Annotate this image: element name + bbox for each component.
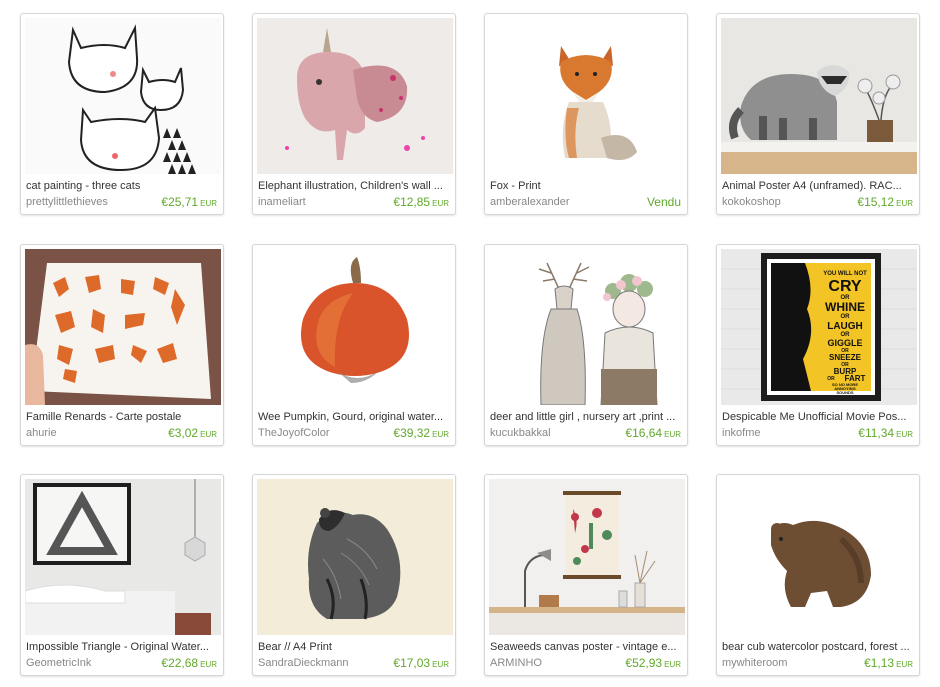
poster-line: SNEEZE [829,353,862,362]
shop-name[interactable]: TheJoyofColor [258,427,378,439]
listing-price: €3,02 EUR [168,426,217,440]
listing-title[interactable]: Animal Poster A4 (unframed). RAC... [722,180,916,192]
shop-name[interactable]: mywhiteroom [722,657,842,669]
listing-image[interactable] [489,18,685,174]
listing-price: €22,68 EUR [161,656,217,670]
listing-card[interactable]: YOU WILL NOT CRY OR WHINE OR LAUGH OR GI… [716,244,920,446]
listing-card[interactable]: Seaweeds canvas poster - vintage e... AR… [484,474,688,676]
shop-name[interactable]: GeometricInk [26,657,146,669]
pink-elephant-illustration [257,18,453,174]
deer-and-girl-illustration [489,249,685,405]
listing-price: €17,03 EUR [393,656,449,670]
listing-card[interactable]: bear cub watercolor postcard, forest ...… [716,474,920,676]
listing-title[interactable]: Elephant illustration, Children's wall .… [258,180,452,192]
listing-price: €16,64 EUR [625,426,681,440]
shop-name[interactable]: ARMINHO [490,657,610,669]
listing-price: €1,13 EUR [864,656,913,670]
listing-title[interactable]: Bear // A4 Print [258,641,452,653]
shop-name[interactable]: SandraDieckmann [258,657,378,669]
listing-card[interactable]: Animal Poster A4 (unframed). RAC... koko… [716,13,920,215]
listing-image[interactable] [721,18,917,174]
listing-card[interactable]: Fox - Print amberalexander Vendu [484,13,688,215]
shop-name[interactable]: prettylittlethieves [26,196,146,208]
listing-title[interactable]: cat painting - three cats [26,180,220,192]
listing-card[interactable]: cat painting - three cats prettylittleth… [20,13,224,215]
raccoon-poster-photo [721,18,917,174]
listing-title[interactable]: Impossible Triangle - Original Water... [26,641,220,653]
listing-card[interactable]: Bear // A4 Print SandraDieckmann €17,03 E… [252,474,456,676]
bear-cub-watercolor [721,479,917,635]
poster-line: CRY [828,278,862,295]
listing-price: €25,71 EUR [161,195,217,209]
listing-image[interactable] [257,479,453,635]
listing-image[interactable] [25,479,221,635]
listing-image[interactable]: YOU WILL NOT CRY OR WHINE OR LAUGH OR GI… [721,249,917,405]
listing-card[interactable]: Famille Renards - Carte postale ahurie €… [20,244,224,446]
poster-line: OR [841,314,851,320]
poster-line: LAUGH [827,321,863,332]
sold-label: Vendu [646,195,681,209]
fox-family-postcard [25,249,221,405]
listing-image[interactable] [257,249,453,405]
poster-line: YOU WILL NOT [823,271,867,277]
listing-title[interactable]: Despicable Me Unofficial Movie Pos... [722,411,916,423]
listing-image[interactable] [25,18,221,174]
listing-title[interactable]: Famille Renards - Carte postale [26,411,220,423]
listing-card[interactable]: Wee Pumpkin, Gourd, original water... Th… [252,244,456,446]
listing-price: €15,12 EUR [857,195,913,209]
listing-price: €11,34 EUR [858,426,913,440]
listing-image[interactable] [257,18,453,174]
listing-title[interactable]: bear cub watercolor postcard, forest ... [722,641,916,653]
listing-image[interactable] [721,479,917,635]
pumpkin-watercolor [257,249,453,405]
listing-title[interactable]: deer and little girl , nursery art ,prin… [490,411,684,423]
listing-image[interactable] [489,479,685,635]
shop-name[interactable]: inkofme [722,427,842,439]
listing-price: €39,32 EUR [393,426,449,440]
shop-name[interactable]: kokokoshop [722,196,842,208]
impossible-triangle-room [25,479,221,635]
listing-title[interactable]: Seaweeds canvas poster - vintage e... [490,641,684,653]
listing-image[interactable] [489,249,685,405]
fox-watercolor [489,18,685,174]
listing-title[interactable]: Wee Pumpkin, Gourd, original water... [258,411,452,423]
poster-line: GIGGLE [827,338,862,348]
shop-name[interactable]: ahurie [26,427,146,439]
three-cats-illustration [25,18,221,174]
listing-card[interactable]: Elephant illustration, Children's wall .… [252,13,456,215]
listing-card[interactable]: deer and little girl , nursery art ,prin… [484,244,688,446]
listing-title[interactable]: Fox - Print [490,180,684,192]
listing-price: €52,93 EUR [625,656,681,670]
seaweed-poster-desk [489,479,685,635]
shop-name[interactable]: kucukbakkal [490,427,610,439]
listing-price: €12,85 EUR [393,195,449,209]
shop-name[interactable]: inameliart [258,196,378,208]
poster-line: WHINE [825,300,865,314]
poster-line: SOUNDS [836,390,853,395]
shop-name[interactable]: amberalexander [490,196,610,208]
listing-card[interactable]: Impossible Triangle - Original Water... … [20,474,224,676]
bear-ink-drawing [257,479,453,635]
typography-poster-yellow: YOU WILL NOT CRY OR WHINE OR LAUGH OR GI… [721,249,917,405]
listing-image[interactable] [25,249,221,405]
